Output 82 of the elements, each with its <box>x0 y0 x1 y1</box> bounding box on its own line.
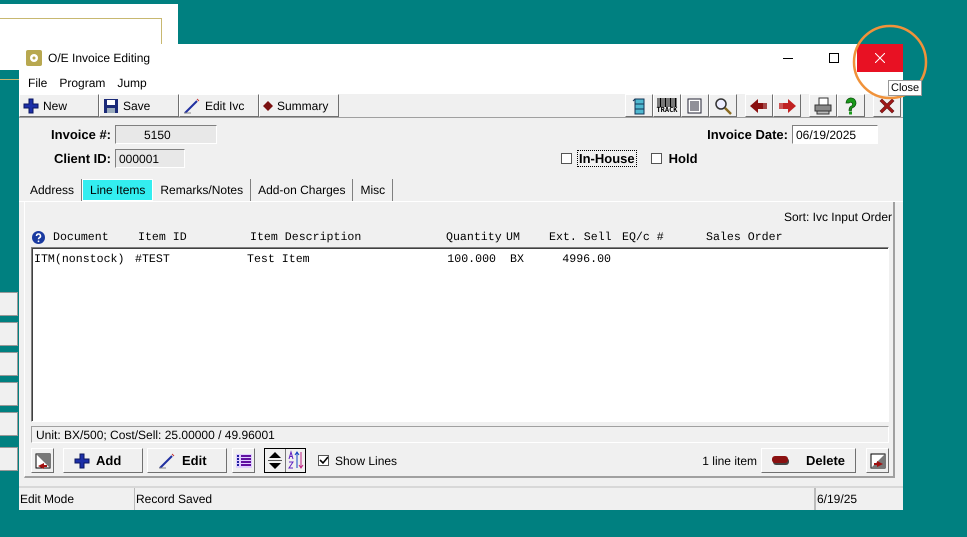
up-down-arrows-icon <box>265 449 285 472</box>
corner-arrow-icon <box>34 452 50 468</box>
right-arrow-icon <box>777 98 797 114</box>
toolbar-button[interactable]: New <box>19 94 99 117</box>
pen-icon <box>158 452 176 468</box>
icon-button[interactable] <box>31 448 54 473</box>
table-cell-text: Test Item <box>247 252 311 266</box>
status-text: Record Saved <box>135 488 815 510</box>
table-cell-text: 100.000 <box>446 252 496 266</box>
close-icon <box>875 53 885 63</box>
tab[interactable]: Line Items <box>82 179 154 201</box>
list-button[interactable] <box>232 448 255 473</box>
status-text: Edit Mode <box>19 488 135 510</box>
column-header[interactable]: Ext. Sell <box>549 230 622 244</box>
sort-az-icon <box>285 449 305 472</box>
checkbox-label[interactable]: Show Lines <box>335 454 398 468</box>
client-id-field[interactable]: 000001 <box>115 148 185 168</box>
column-header[interactable]: EQ/c # <box>622 230 706 244</box>
diamond-icon <box>263 100 273 110</box>
add-button[interactable]: Add <box>63 448 143 473</box>
search-icon <box>714 96 732 114</box>
date-field[interactable]: 06/19/2025 <box>792 124 878 144</box>
left-arrow-icon <box>749 98 769 114</box>
field-label: Invoice Date: <box>707 126 788 142</box>
field-label: Client ID: <box>52 150 111 166</box>
column-header[interactable]: Item ID <box>138 230 250 244</box>
table-cell-text: #TEST <box>135 252 171 266</box>
table-cell-text: ITM(nonstock) <box>33 252 126 266</box>
edit-button[interactable]: Edit <box>147 448 227 473</box>
printer-icon <box>813 96 833 114</box>
app-icon <box>26 50 42 66</box>
table-cell-text: 4996.00 <box>561 252 611 266</box>
delete-button[interactable]: Delete <box>761 448 856 473</box>
barcode-icon <box>656 97 678 107</box>
column-header[interactable]: UM <box>506 230 549 244</box>
corner-arrow-icon <box>870 452 886 468</box>
cabinet-icon <box>632 96 646 114</box>
toolbar-button[interactable]: Save <box>99 94 179 117</box>
column-header[interactable]: Item Description <box>250 230 446 244</box>
eraser-icon <box>772 456 790 466</box>
maximize-icon <box>829 53 839 63</box>
menu-item[interactable]: Jump <box>111 76 153 90</box>
plus-icon <box>23 98 39 114</box>
field-label: Invoice #: <box>50 126 111 142</box>
checkbox[interactable] <box>650 152 662 164</box>
line-count: 1 line item <box>702 454 757 468</box>
column-header[interactable]: Document <box>53 230 109 244</box>
pen-icon <box>183 98 201 114</box>
checkbox[interactable] <box>561 152 572 164</box>
column-header[interactable]: Quantity <box>446 230 506 244</box>
window-title: O/E Invoice Editing <box>48 51 150 65</box>
sort-buttons[interactable] <box>264 448 306 473</box>
menu-item[interactable]: File <box>22 76 54 90</box>
checkbox-label[interactable]: In-House <box>577 150 637 166</box>
close-button[interactable] <box>857 44 903 72</box>
icon-button[interactable] <box>866 448 889 473</box>
toolbar-button[interactable] <box>625 94 653 117</box>
toolbar-button[interactable] <box>681 94 709 117</box>
help-icon <box>844 96 858 114</box>
plus-icon <box>74 452 90 468</box>
sort-label: Sort: Ivc Input Order <box>784 210 892 224</box>
toolbar-button[interactable] <box>773 94 801 117</box>
checkbox[interactable] <box>318 455 329 466</box>
list-icon <box>236 454 252 468</box>
status-text: 6/19/25 <box>815 488 903 510</box>
invoice-number-field[interactable]: 5150 <box>115 124 217 144</box>
toolbar-button[interactable] <box>837 94 865 117</box>
document-icon <box>686 98 704 114</box>
save-icon <box>103 98 119 114</box>
toolbar-button[interactable]: Summary <box>259 94 339 117</box>
line-items-list[interactable]: ITM(nonstock) #TEST Test Item 100.000 BX 4996.00 <box>31 247 889 422</box>
menu-item[interactable]: Program <box>53 76 112 90</box>
toolbar-button[interactable] <box>709 94 737 117</box>
close-icon <box>878 96 896 114</box>
tooltip: Close <box>888 80 922 96</box>
checkbox-label[interactable]: Hold <box>666 150 700 166</box>
toolbar-button[interactable] <box>809 94 837 117</box>
toolbar-button[interactable]: Edit Ivc <box>179 94 259 117</box>
table-cell-text: BX <box>509 252 525 266</box>
help-icon <box>32 230 45 244</box>
toolbar-button[interactable] <box>745 94 773 117</box>
column-header[interactable]: Sales Order <box>706 230 826 244</box>
